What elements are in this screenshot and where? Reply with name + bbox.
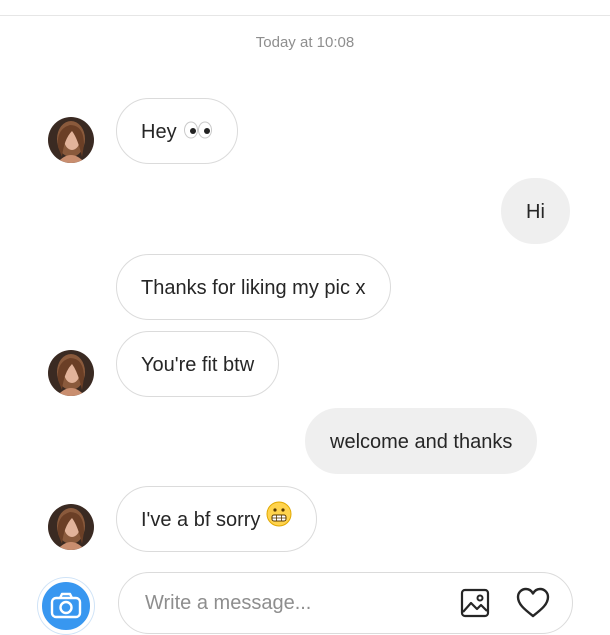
message-input[interactable]: Write a message...	[118, 572, 573, 634]
message-bubble-incoming[interactable]: You're fit btw	[116, 331, 280, 397]
message-bubble-incoming[interactable]: Thanks for liking my pic x	[116, 254, 391, 320]
contact-avatar[interactable]	[48, 350, 94, 396]
message-text: Hey	[141, 121, 177, 143]
top-divider	[0, 15, 610, 16]
message-bubble-incoming[interactable]: Hey	[116, 98, 238, 164]
profile-photo	[48, 504, 94, 550]
heart-icon[interactable]	[516, 587, 550, 624]
camera-icon	[50, 592, 82, 619]
message-text: You're fit btw	[141, 354, 255, 376]
profile-photo	[48, 350, 94, 396]
message-input-placeholder: Write a message...	[145, 592, 312, 614]
message-text: Thanks for liking my pic x	[141, 277, 366, 299]
message-text: welcome and thanks	[330, 431, 513, 453]
contact-avatar[interactable]	[48, 504, 94, 550]
contact-avatar[interactable]	[48, 117, 94, 163]
message-bubble-outgoing[interactable]: Hi	[501, 178, 570, 244]
profile-photo	[48, 117, 94, 163]
message-text: Hi	[526, 201, 545, 223]
grimacing-emoji-icon	[266, 488, 292, 554]
message-text: I've a bf sorry	[141, 509, 261, 531]
gallery-icon[interactable]	[460, 588, 490, 623]
camera-button[interactable]	[38, 578, 94, 634]
message-bubble-incoming[interactable]: I've a bf sorry	[116, 486, 318, 554]
message-bubble-outgoing[interactable]: welcome and thanks	[305, 408, 538, 474]
conversation-timestamp: Today at 10:08	[255, 34, 355, 51]
eyes-emoji-icon	[183, 100, 213, 166]
